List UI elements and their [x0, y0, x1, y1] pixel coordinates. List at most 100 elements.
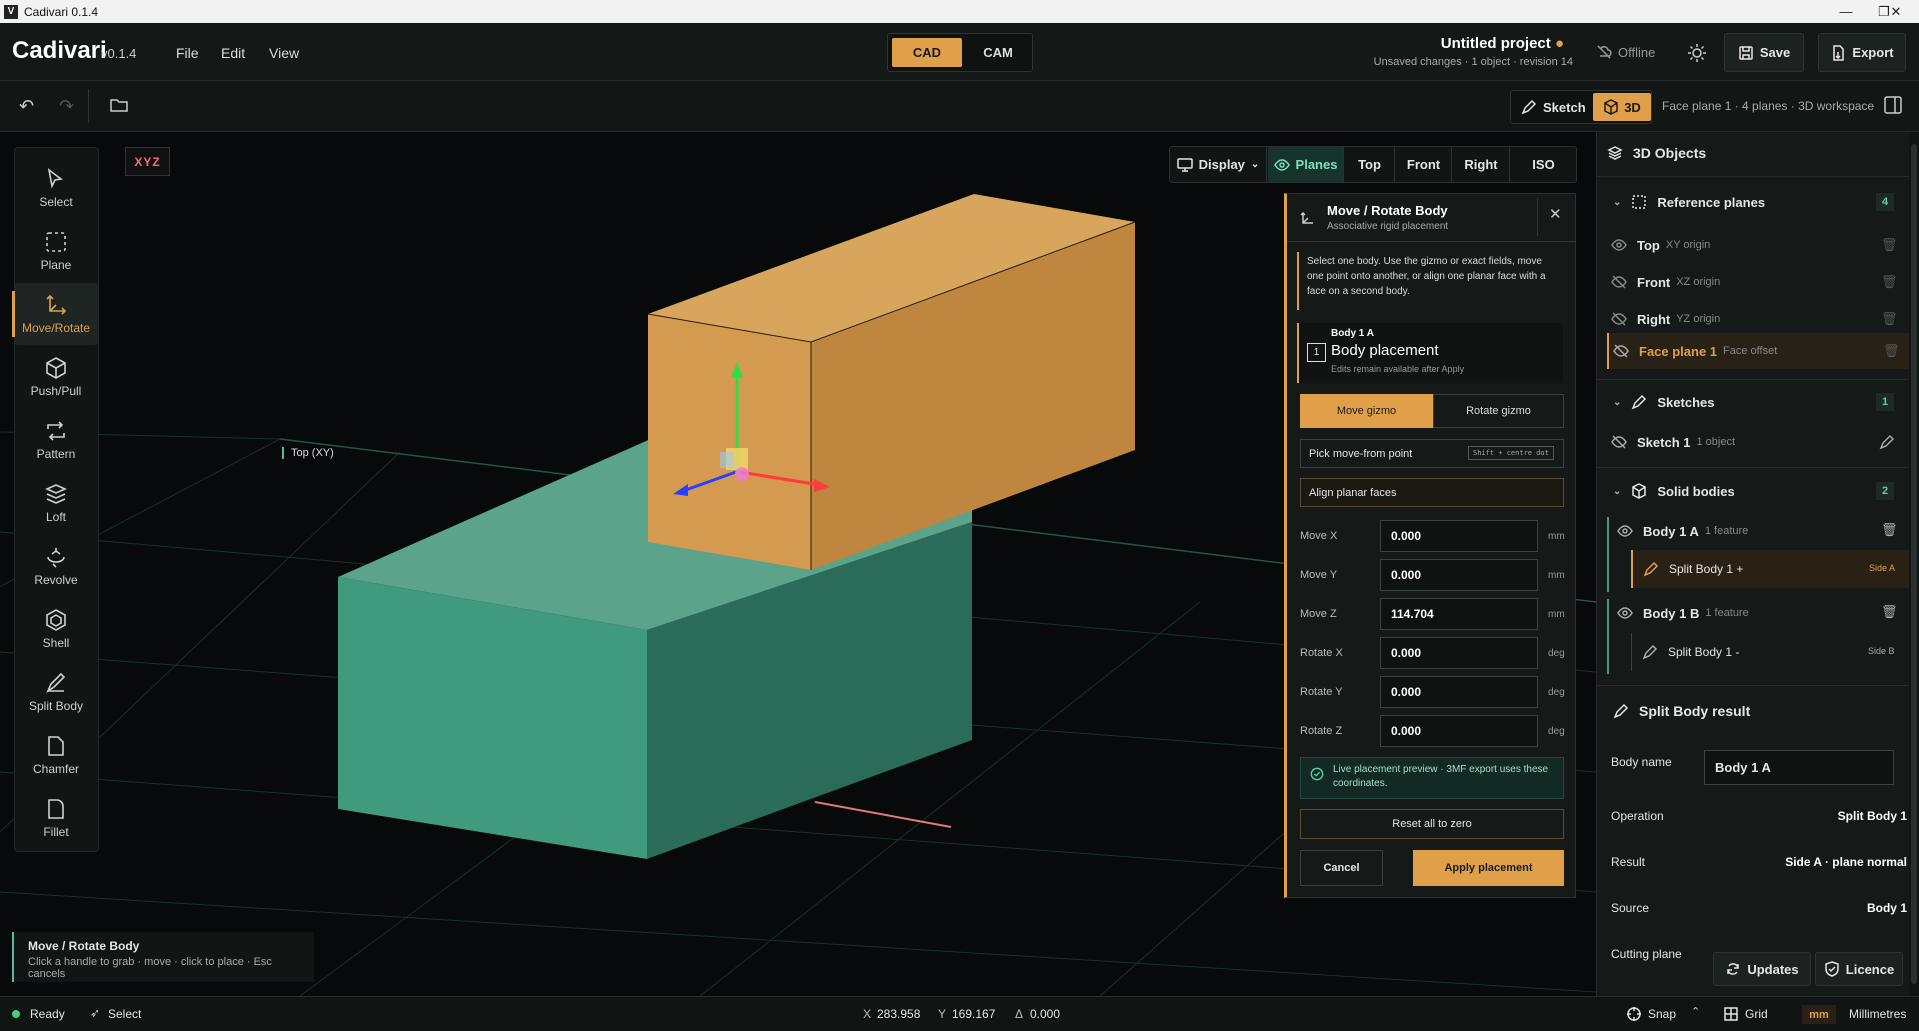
save-button[interactable]: Save [1724, 33, 1804, 72]
reset-button[interactable]: Reset all to zero [1300, 809, 1564, 839]
menu-edit[interactable]: Edit [221, 45, 245, 61]
eye-off-icon[interactable] [1611, 311, 1627, 327]
export-button[interactable]: Export [1818, 33, 1906, 72]
sketches-header[interactable]: ⌄ Sketches 1 [1597, 387, 1919, 417]
body-item-b[interactable]: Body 1 B 1 feature 🗑 [1597, 597, 1919, 629]
move-gizmo-button[interactable]: Move gizmo [1300, 394, 1433, 428]
unit-badge[interactable]: mm [1802, 1005, 1836, 1024]
menu-file[interactable]: File [176, 45, 199, 61]
grid-toggle[interactable]: Grid [1723, 1006, 1768, 1022]
open-folder-icon[interactable] [110, 97, 128, 116]
theme-toggle-icon[interactable] [1686, 42, 1708, 64]
cancel-button[interactable]: Cancel [1300, 850, 1383, 886]
view-right-button[interactable]: Right [1453, 147, 1510, 182]
cube-icon [46, 357, 66, 379]
axes-badge[interactable]: XYZ [125, 147, 170, 176]
plane-item-face-plane-1[interactable]: Face plane 1 Face offset 🗑 [1607, 333, 1910, 369]
tool-split-body[interactable]: Split Body [14, 661, 98, 723]
planes-toggle[interactable]: Planes [1268, 147, 1344, 182]
body-name-input[interactable]: Body 1 A [1704, 750, 1894, 785]
tool-push-pull[interactable]: Push/Pull [14, 346, 98, 408]
trash-icon[interactable]: 🗑 [1881, 274, 1898, 290]
offline-indicator[interactable]: Offline [1596, 44, 1655, 60]
sketch-item[interactable]: Sketch 1 1 object [1597, 424, 1919, 460]
move-y-row: Move Y 0.000 mm [1300, 558, 1570, 592]
align-faces-button[interactable]: Align planar faces [1300, 478, 1564, 507]
pick-point-button[interactable]: Pick move-from point Shift + centre dot [1300, 439, 1564, 468]
rotate-y-input[interactable]: 0.000 [1380, 676, 1538, 708]
revolve-icon [47, 548, 65, 568]
plane-item-right[interactable]: Right YZ origin 🗑 [1597, 302, 1919, 336]
redo-icon[interactable]: ↷ [59, 96, 74, 117]
chevron-up-icon[interactable]: ⌃ [1691, 1005, 1700, 1018]
panel-toggle-icon[interactable] [1884, 96, 1902, 117]
rotate-x-row: Rotate X 0.000 deg [1300, 636, 1570, 670]
split-icon [46, 672, 66, 694]
tool-move-rotate[interactable]: Move/Rotate [12, 283, 98, 345]
eye-icon[interactable] [1617, 605, 1633, 621]
move-x-input[interactable]: 0.000 [1380, 520, 1538, 552]
tool-select[interactable]: Select [14, 157, 98, 219]
panel-scrollbar[interactable] [1909, 132, 1919, 996]
updates-button[interactable]: Updates [1713, 952, 1811, 986]
eye-off-icon[interactable] [1613, 343, 1629, 359]
plane-item-top[interactable]: Top XY origin 🗑 [1597, 228, 1919, 262]
eye-icon[interactable] [1611, 237, 1627, 253]
sketch-name: Sketch 1 [1637, 434, 1691, 450]
panel-divider [1597, 685, 1919, 686]
tool-pattern[interactable]: Pattern [14, 409, 98, 471]
mode-cad-button[interactable]: CAD [892, 38, 962, 67]
menu-view[interactable]: View [269, 45, 299, 61]
body-1-a-mesh[interactable] [647, 194, 1136, 570]
feature-item-split-b[interactable]: Split Body 1 - Side B [1631, 633, 1909, 671]
snap-toggle[interactable]: Snap [1626, 1006, 1676, 1022]
trash-icon[interactable]: 🗑 [1881, 237, 1898, 253]
trash-icon[interactable]: 🗑 [1883, 343, 1900, 359]
reference-planes-count: 4 [1876, 193, 1894, 211]
tool-loft[interactable]: Loft [14, 472, 98, 534]
close-icon[interactable]: ✕ [1549, 205, 1562, 223]
undo-icon[interactable]: ↶ [19, 96, 34, 117]
fillet-icon [48, 799, 64, 819]
move-z-row: Move Z 114.704 mm [1300, 597, 1570, 631]
solid-bodies-header[interactable]: ⌄ Solid bodies 2 [1597, 474, 1919, 508]
reference-planes-header[interactable]: ⌄ Reference planes 4 [1597, 188, 1919, 216]
trash-icon[interactable]: 🗑 [1881, 311, 1898, 327]
app-version: v0.1.4 [101, 46, 137, 61]
eye-icon[interactable] [1617, 523, 1633, 539]
licence-button[interactable]: Licence [1815, 952, 1903, 986]
move-x-row: Move X 0.000 mm [1300, 519, 1570, 553]
tool-revolve[interactable]: Revolve [14, 535, 98, 597]
view-front-button[interactable]: Front [1396, 147, 1452, 182]
sketch-mode-button[interactable]: Sketch [1521, 99, 1586, 115]
body-item-a[interactable]: Body 1 A 1 feature 🗑 [1597, 515, 1919, 547]
result-value: Side A · plane normal [1785, 855, 1907, 869]
tool-plane[interactable]: Plane [14, 220, 98, 282]
cursor-icon [47, 168, 63, 189]
view-top-button[interactable]: Top [1345, 147, 1395, 182]
tool-chamfer[interactable]: Chamfer [14, 724, 98, 786]
rotate-gizmo-button[interactable]: Rotate gizmo [1433, 394, 1564, 428]
trash-icon[interactable]: 🗑 [1881, 522, 1898, 538]
mode-cam-button[interactable]: CAM [966, 38, 1030, 67]
scrollbar-thumb[interactable] [1911, 144, 1917, 984]
tool-shell[interactable]: Shell [14, 598, 98, 660]
apply-placement-button[interactable]: Apply placement [1413, 850, 1564, 886]
eye-off-icon[interactable] [1611, 434, 1627, 450]
move-z-input[interactable]: 114.704 [1380, 598, 1538, 630]
trash-icon[interactable]: 🗑 [1881, 604, 1898, 620]
rotate-y-label: Rotate Y [1300, 686, 1343, 698]
edit-icon[interactable] [1879, 434, 1895, 450]
eye-off-icon[interactable] [1611, 274, 1627, 290]
rotate-x-input[interactable]: 0.000 [1380, 637, 1538, 669]
display-dropdown[interactable]: Display ⌄ [1170, 147, 1267, 182]
feature-item-split-a[interactable]: Split Body 1 + Side A [1631, 550, 1909, 588]
rotate-z-input[interactable]: 0.000 [1380, 715, 1538, 747]
plane-item-front[interactable]: Front XZ origin 🗑 [1597, 265, 1919, 299]
3d-mode-button[interactable]: 3D [1593, 93, 1651, 121]
move-y-input[interactable]: 0.000 [1380, 559, 1538, 591]
close-icon[interactable]: ✕ [1873, 0, 1919, 23]
view-iso-button[interactable]: ISO [1511, 147, 1576, 182]
operation-label: Operation [1611, 809, 1664, 823]
tool-fillet[interactable]: Fillet [14, 787, 98, 849]
